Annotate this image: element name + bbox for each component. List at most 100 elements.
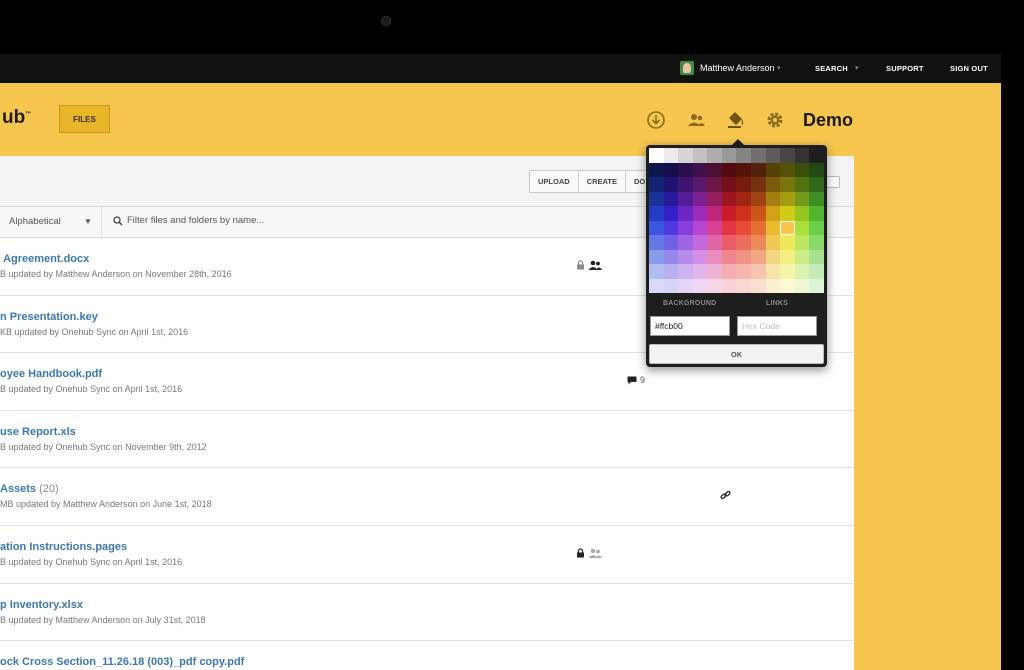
color-swatch[interactable] bbox=[721, 278, 737, 293]
color-swatch[interactable] bbox=[707, 235, 722, 250]
color-swatch[interactable] bbox=[678, 235, 693, 250]
color-swatch[interactable] bbox=[751, 220, 766, 235]
color-swatch[interactable] bbox=[663, 148, 679, 163]
color-swatch[interactable] bbox=[780, 220, 795, 235]
color-swatch[interactable] bbox=[736, 264, 752, 279]
list-item[interactable]: ock Cross Section_11.26.18 (003)_pdf cop… bbox=[0, 641, 854, 670]
color-swatch[interactable] bbox=[692, 278, 708, 293]
color-swatch[interactable] bbox=[809, 278, 824, 293]
color-swatch[interactable] bbox=[751, 206, 766, 221]
color-swatch[interactable] bbox=[649, 191, 664, 206]
color-swatch[interactable] bbox=[663, 177, 679, 192]
color-swatch[interactable] bbox=[751, 162, 766, 177]
color-swatch[interactable] bbox=[780, 191, 795, 206]
file-name[interactable]: ock Cross Section_11.26.18 (003)_pdf cop… bbox=[0, 656, 244, 668]
color-swatch[interactable] bbox=[809, 177, 824, 192]
color-swatch[interactable] bbox=[678, 148, 693, 163]
list-item[interactable]: p Inventory.xlsx B updated by Matthew An… bbox=[0, 584, 854, 642]
color-swatch[interactable] bbox=[649, 278, 664, 293]
color-swatch[interactable] bbox=[794, 264, 810, 279]
color-swatch[interactable] bbox=[721, 220, 737, 235]
color-swatch[interactable] bbox=[692, 235, 708, 250]
color-swatch[interactable] bbox=[780, 278, 795, 293]
file-name[interactable]: n Presentation.key bbox=[0, 311, 98, 323]
color-swatch[interactable] bbox=[809, 206, 824, 221]
color-swatch[interactable] bbox=[707, 220, 722, 235]
color-swatch[interactable] bbox=[721, 249, 737, 264]
color-swatch[interactable] bbox=[692, 206, 708, 221]
color-swatch[interactable] bbox=[692, 177, 708, 192]
color-swatch[interactable] bbox=[751, 264, 766, 279]
color-swatch[interactable] bbox=[707, 249, 722, 264]
color-swatch[interactable] bbox=[736, 235, 752, 250]
color-swatch[interactable] bbox=[649, 235, 664, 250]
file-name[interactable]: p Inventory.xlsx bbox=[0, 599, 83, 611]
color-swatch[interactable] bbox=[721, 264, 737, 279]
color-swatch[interactable] bbox=[765, 278, 781, 293]
color-swatch[interactable] bbox=[780, 206, 795, 221]
color-swatch[interactable] bbox=[692, 249, 708, 264]
color-swatch[interactable] bbox=[765, 206, 781, 221]
color-swatch[interactable] bbox=[649, 162, 664, 177]
color-swatch[interactable] bbox=[663, 278, 679, 293]
user-avatar[interactable] bbox=[680, 61, 694, 75]
color-swatch[interactable] bbox=[721, 206, 737, 221]
background-color-input[interactable] bbox=[650, 316, 730, 336]
list-item[interactable]: Assets (20) MB updated by Matthew Anders… bbox=[0, 468, 854, 526]
color-swatch[interactable] bbox=[794, 162, 810, 177]
color-swatch[interactable] bbox=[736, 177, 752, 192]
color-swatch[interactable] bbox=[678, 162, 693, 177]
support-nav-link[interactable]: SUPPORT bbox=[886, 64, 924, 73]
color-swatch[interactable] bbox=[794, 177, 810, 192]
color-swatch[interactable] bbox=[765, 148, 781, 163]
ok-button[interactable]: OK bbox=[649, 344, 824, 364]
color-swatch[interactable] bbox=[809, 264, 824, 279]
color-swatch[interactable] bbox=[794, 235, 810, 250]
color-swatch[interactable] bbox=[663, 206, 679, 221]
color-swatch[interactable] bbox=[678, 191, 693, 206]
color-swatch[interactable] bbox=[663, 249, 679, 264]
chevron-down-icon[interactable]: ▾ bbox=[855, 64, 859, 72]
color-swatch[interactable] bbox=[678, 220, 693, 235]
color-swatch[interactable] bbox=[794, 278, 810, 293]
list-item[interactable]: use Report.xls B updated by Onehub Sync … bbox=[0, 411, 854, 469]
color-swatch[interactable] bbox=[678, 278, 693, 293]
color-swatch[interactable] bbox=[678, 264, 693, 279]
upload-button[interactable]: UPLOAD bbox=[530, 171, 579, 192]
color-swatch[interactable] bbox=[794, 220, 810, 235]
color-swatch[interactable] bbox=[649, 206, 664, 221]
color-swatch[interactable] bbox=[751, 249, 766, 264]
color-swatch[interactable] bbox=[736, 162, 752, 177]
color-swatch[interactable] bbox=[736, 206, 752, 221]
color-swatch[interactable] bbox=[809, 235, 824, 250]
files-tab-button[interactable]: FILES bbox=[59, 105, 110, 133]
color-swatch[interactable] bbox=[751, 278, 766, 293]
create-button[interactable]: CREATE bbox=[579, 171, 626, 192]
color-swatch[interactable] bbox=[794, 191, 810, 206]
signout-nav-link[interactable]: SIGN OUT bbox=[950, 64, 988, 73]
color-swatch[interactable] bbox=[707, 264, 722, 279]
color-swatch[interactable] bbox=[663, 220, 679, 235]
sort-select[interactable]: Alphabetical bbox=[9, 216, 61, 227]
color-swatch[interactable] bbox=[678, 249, 693, 264]
color-swatch[interactable] bbox=[692, 148, 708, 163]
color-swatch[interactable] bbox=[751, 148, 766, 163]
color-swatch[interactable] bbox=[707, 206, 722, 221]
search-nav-link[interactable]: SEARCH bbox=[815, 64, 848, 73]
color-swatch[interactable] bbox=[692, 162, 708, 177]
color-swatch[interactable] bbox=[649, 249, 664, 264]
chevron-down-icon[interactable]: ▾ bbox=[777, 64, 781, 72]
color-swatch[interactable] bbox=[780, 177, 795, 192]
color-swatch[interactable] bbox=[780, 264, 795, 279]
color-swatch[interactable] bbox=[736, 220, 752, 235]
color-swatch[interactable] bbox=[707, 191, 722, 206]
color-swatch[interactable] bbox=[692, 264, 708, 279]
gear-icon[interactable] bbox=[765, 110, 785, 130]
comment-icon[interactable] bbox=[627, 376, 637, 385]
color-swatch[interactable] bbox=[780, 235, 795, 250]
file-name[interactable]: oyee Handbook.pdf bbox=[0, 368, 102, 380]
color-swatch[interactable] bbox=[707, 278, 722, 293]
chevron-down-icon[interactable]: ▼ bbox=[84, 217, 92, 226]
color-swatch[interactable] bbox=[649, 148, 664, 163]
color-swatch[interactable] bbox=[794, 148, 810, 163]
